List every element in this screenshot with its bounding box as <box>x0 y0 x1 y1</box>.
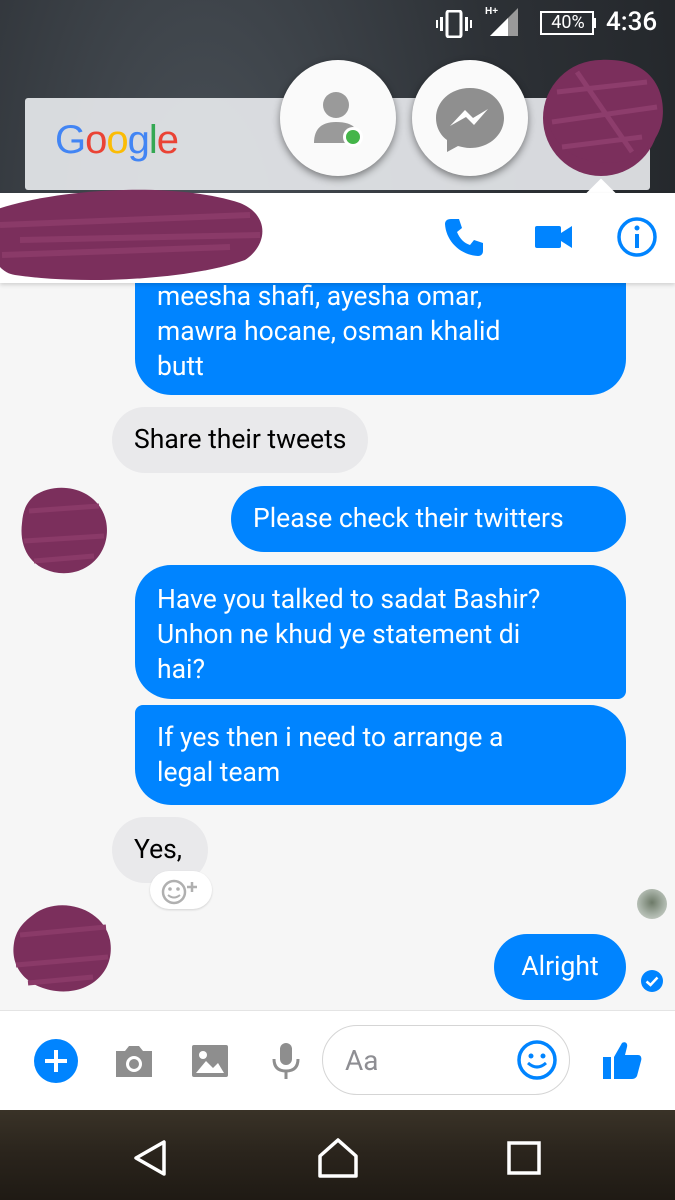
contact-chathead-avatar[interactable] <box>543 59 663 176</box>
message-composer: Aa <box>0 1010 675 1110</box>
message-text-line: meesha shafi, ayesha omar, <box>157 283 483 312</box>
messenger-chathead[interactable] <box>412 60 528 176</box>
battery-icon: 40% <box>540 10 596 36</box>
camera-icon[interactable] <box>110 1037 158 1085</box>
message-bubble-outgoing[interactable]: meesha shafi, ayesha omar, mawra hocane,… <box>135 283 626 395</box>
chat-panel: meesha shafi, ayesha omar, mawra hocane,… <box>0 189 675 1110</box>
message-text: Please check their twitters <box>253 503 564 534</box>
vibrate-icon <box>436 10 472 38</box>
redacted-sender-avatar <box>13 905 111 992</box>
info-icon[interactable] <box>615 215 659 259</box>
message-text: Alright <box>521 951 599 982</box>
video-call-icon[interactable] <box>532 215 576 259</box>
redacted-sender-avatar <box>21 487 107 574</box>
message-text-line: mawra hocane, osman khalid <box>157 316 501 347</box>
message-text: Yes, <box>134 834 183 865</box>
add-reaction-icon <box>161 879 197 905</box>
message-bubble-incoming[interactable]: Share their tweets <box>112 407 369 473</box>
message-text-line: butt <box>157 351 204 382</box>
battery-level: 40% <box>551 12 585 33</box>
message-text-line: legal team <box>157 757 281 788</box>
navigation-bar <box>0 1110 675 1200</box>
add-reaction-button[interactable] <box>150 871 212 909</box>
message-text: Share their tweets <box>134 424 347 455</box>
status-clock: 4:36 <box>606 7 658 37</box>
redacted-contact-name <box>0 189 263 280</box>
people-chathead[interactable] <box>280 60 396 176</box>
message-list: meesha shafi, ayesha omar, mawra hocane,… <box>0 283 675 1010</box>
message-text-line: hai? <box>157 654 205 685</box>
home-icon[interactable] <box>314 1134 362 1182</box>
google-logo: Google <box>55 118 179 162</box>
message-bubble-outgoing[interactable]: Have you talked to sadat Bashir? Unhon n… <box>135 565 626 699</box>
message-bubble-outgoing[interactable]: Alright <box>494 934 626 1000</box>
signal-icon: H+ <box>485 6 518 36</box>
seen-by-avatar <box>637 889 667 919</box>
chat-header <box>0 189 675 283</box>
people-icon <box>314 92 363 147</box>
message-text-line: If yes then i need to arrange a <box>157 722 504 753</box>
gallery-icon[interactable] <box>186 1037 234 1085</box>
status-bar: H+ 40% 4:36 <box>0 0 675 48</box>
call-icon[interactable] <box>442 215 486 259</box>
plus-icon[interactable] <box>32 1037 80 1085</box>
message-bubble-outgoing[interactable]: Please check their twitters <box>231 486 626 552</box>
message-bubble-outgoing[interactable]: If yes then i need to arrange a legal te… <box>135 705 626 805</box>
message-text-line: Have you talked to sadat Bashir? <box>157 584 541 615</box>
back-icon[interactable] <box>128 1134 176 1182</box>
recent-apps-icon[interactable] <box>500 1134 548 1182</box>
svg-text:H+: H+ <box>485 6 498 17</box>
message-text-line: Unhon ne khud ye statement di <box>157 619 521 650</box>
microphone-icon[interactable] <box>262 1037 310 1085</box>
messenger-icon <box>436 88 504 152</box>
message-input[interactable]: Aa <box>322 1025 570 1095</box>
emoji-icon[interactable] <box>515 1038 559 1082</box>
message-input-placeholder: Aa <box>345 1044 379 1077</box>
thumbs-up-icon[interactable] <box>598 1037 646 1085</box>
delivered-check-icon <box>641 970 663 992</box>
